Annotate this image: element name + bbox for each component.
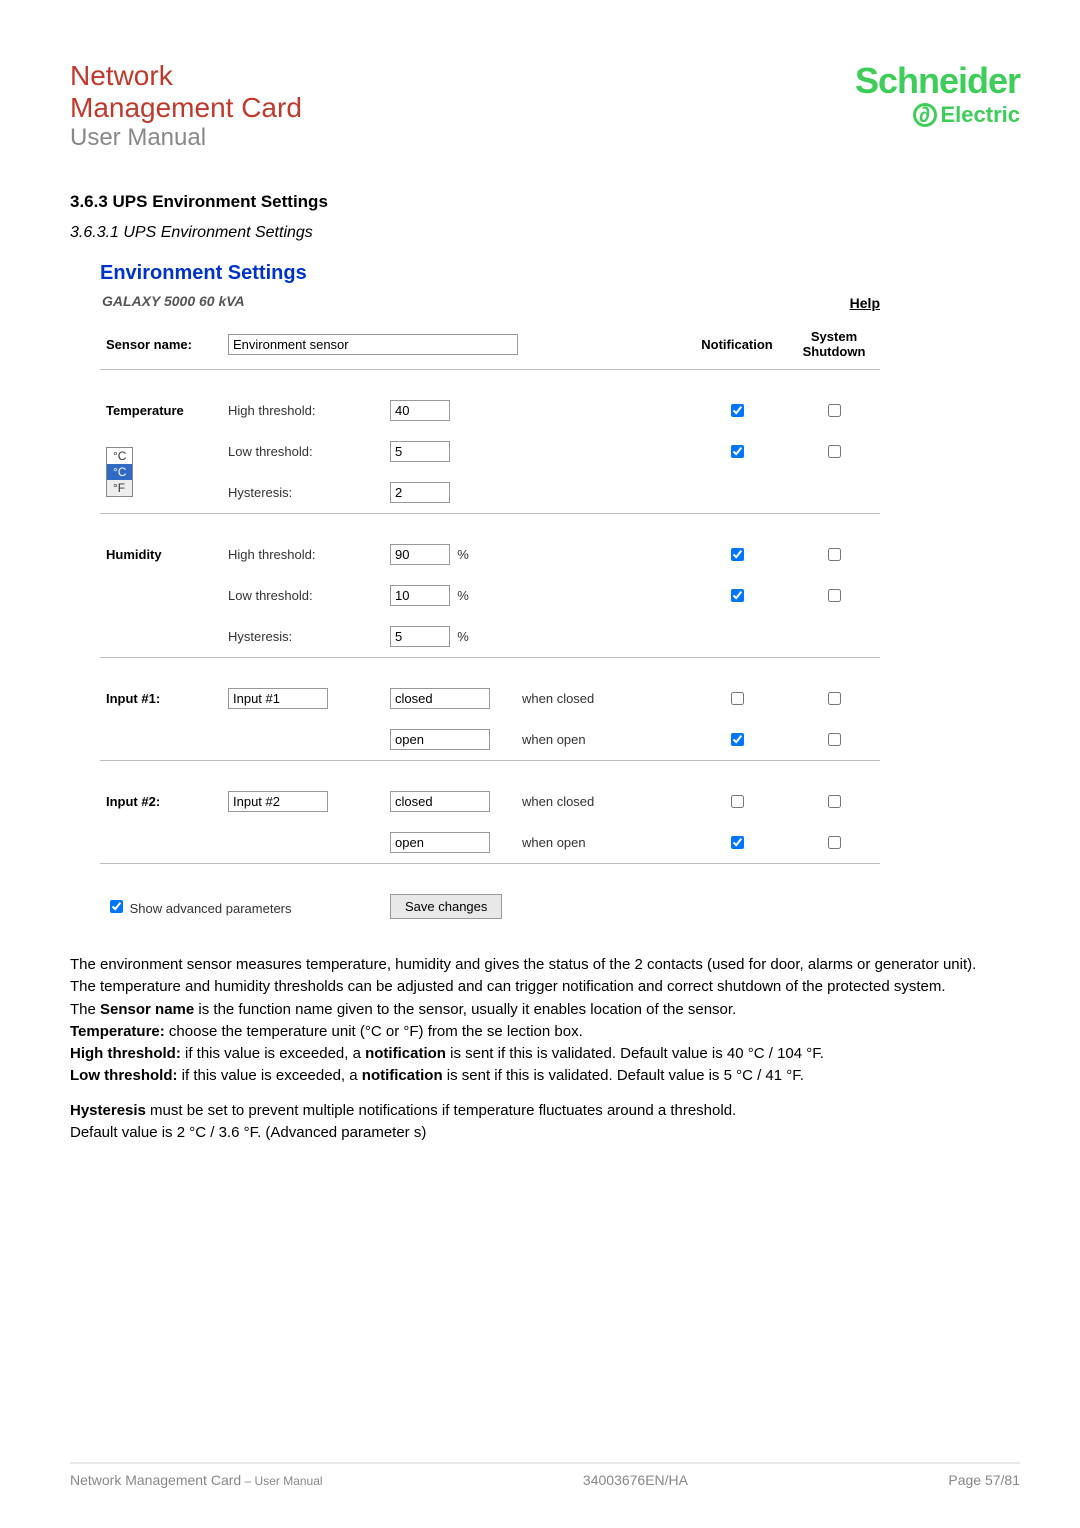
sensor-name-input[interactable] <box>228 334 518 355</box>
input2-closed-input[interactable] <box>390 791 490 812</box>
hum-low-label: Low threshold: <box>222 575 384 616</box>
temp-high-notif-checkbox[interactable] <box>731 404 744 417</box>
temperature-unit-select[interactable]: °C °C °F <box>106 447 133 497</box>
temp-low-shut-checkbox[interactable] <box>828 445 841 458</box>
input2-open-notif-checkbox[interactable] <box>731 836 744 849</box>
desc-p8: Default value is 2 °C / 3.6 °F. (Advance… <box>70 1123 1020 1143</box>
footer-left: Network Management Card – User Manual <box>70 1472 323 1488</box>
footer-mid: 34003676EN/HA <box>583 1472 688 1488</box>
temp-hyst-input[interactable] <box>390 482 450 503</box>
input1-label: Input #1: <box>100 678 222 719</box>
temp-hyst-label: Hysteresis: <box>222 472 384 514</box>
input2-closed-shut-checkbox[interactable] <box>828 795 841 808</box>
input1-closed-shut-checkbox[interactable] <box>828 692 841 705</box>
desc-p7: Hysteresis must be set to prevent multip… <box>70 1101 1020 1121</box>
schneider-logo: Schneider ∂ Electric <box>855 60 1020 128</box>
hum-low-shut-checkbox[interactable] <box>828 589 841 602</box>
hum-hyst-label: Hysteresis: <box>222 616 384 658</box>
hum-hyst-input[interactable] <box>390 626 450 647</box>
col-shutdown: System Shutdown <box>788 319 880 370</box>
input2-open-input[interactable] <box>390 832 490 853</box>
input1-closed-notif-checkbox[interactable] <box>731 692 744 705</box>
hum-high-label: High threshold: <box>222 534 384 575</box>
temp-high-input[interactable] <box>390 400 450 421</box>
input1-name-input[interactable] <box>228 688 328 709</box>
footer-right: Page 57/81 <box>948 1472 1020 1488</box>
desc-p3: The Sensor name is the function name giv… <box>70 1000 1020 1020</box>
section-heading: 3.6.3 UPS Environment Settings <box>70 192 1020 212</box>
input2-when-closed: when closed <box>516 781 686 822</box>
temp-low-input[interactable] <box>390 441 450 462</box>
hum-high-notif-checkbox[interactable] <box>731 548 744 561</box>
input1-closed-input[interactable] <box>390 688 490 709</box>
doc-title-line1: Network <box>70 60 302 92</box>
input2-open-shut-checkbox[interactable] <box>828 836 841 849</box>
hum-high-input[interactable] <box>390 544 450 565</box>
show-advanced-checkbox[interactable] <box>110 900 123 913</box>
col-sensor-name: Sensor name: <box>100 319 222 370</box>
show-advanced-label: Show advanced parameters <box>130 901 292 916</box>
col-notification: Notification <box>686 319 788 370</box>
input2-closed-notif-checkbox[interactable] <box>731 795 744 808</box>
logo-text-bottom: ∂ Electric <box>913 102 1021 128</box>
help-link[interactable]: Help <box>850 295 880 311</box>
hum-low-notif-checkbox[interactable] <box>731 589 744 602</box>
hum-high-shut-checkbox[interactable] <box>828 548 841 561</box>
logo-text-top: Schneider <box>855 60 1020 102</box>
doc-title-line2: Management Card <box>70 92 302 124</box>
temperature-label: Temperature <box>100 390 222 431</box>
hum-low-input[interactable] <box>390 585 450 606</box>
subsection-heading: 3.6.3.1 UPS Environment Settings <box>70 224 1020 242</box>
desc-p4: Temperature: choose the temperature unit… <box>70 1022 1020 1042</box>
temp-low-label: Low threshold: <box>222 431 384 472</box>
input2-label: Input #2: <box>100 781 222 822</box>
input1-open-input[interactable] <box>390 729 490 750</box>
input1-open-notif-checkbox[interactable] <box>731 733 744 746</box>
input2-when-open: when open <box>516 822 686 864</box>
logo-symbol-icon: ∂ <box>913 103 937 127</box>
temp-low-notif-checkbox[interactable] <box>731 445 744 458</box>
desc-p6: Low threshold: if this value is exceeded… <box>70 1066 1020 1086</box>
input1-when-closed: when closed <box>516 678 686 719</box>
panel-title: Environment Settings <box>100 262 1020 285</box>
desc-p1: The environment sensor measures temperat… <box>70 955 1020 975</box>
desc-p5: High threshold: if this value is exceede… <box>70 1044 1020 1064</box>
input1-when-open: when open <box>516 719 686 761</box>
doc-subtitle: User Manual <box>70 124 302 152</box>
input1-open-shut-checkbox[interactable] <box>828 733 841 746</box>
save-changes-button[interactable]: Save changes <box>390 894 502 919</box>
temp-high-label: High threshold: <box>222 390 384 431</box>
temp-high-shut-checkbox[interactable] <box>828 404 841 417</box>
input2-name-input[interactable] <box>228 791 328 812</box>
device-name: GALAXY 5000 60 kVA <box>100 287 247 319</box>
humidity-label: Humidity <box>100 534 222 575</box>
desc-p2: The temperature and humidity thresholds … <box>70 977 1020 997</box>
